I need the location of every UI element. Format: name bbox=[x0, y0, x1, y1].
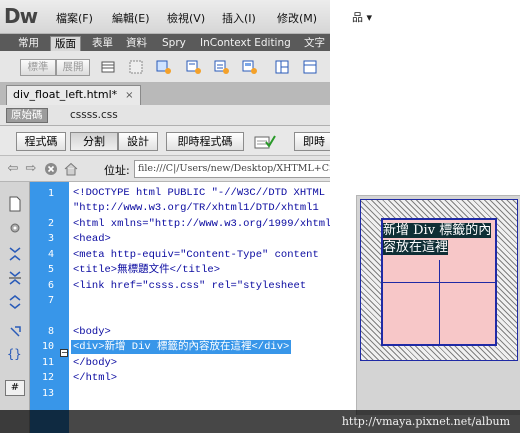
line-number: 10 bbox=[41, 341, 54, 352]
frames-icon[interactable] bbox=[274, 59, 290, 75]
home-icon[interactable] bbox=[64, 162, 78, 176]
table-icon[interactable] bbox=[100, 59, 116, 75]
code-line: <meta http-equiv="Content-Type" content bbox=[73, 249, 319, 261]
code-view-button[interactable]: 程式碼 bbox=[16, 132, 66, 151]
source-code-button[interactable]: 原始碼 bbox=[6, 108, 48, 123]
code-line: <!DOCTYPE html PUBLIC "-//W3C//DTD XHTML bbox=[73, 187, 326, 199]
watermark: http://vmaya.pixnet.net/album bbox=[0, 410, 520, 433]
insert-tab-incontext[interactable]: InContext Editing bbox=[196, 36, 295, 51]
menu-edit[interactable]: 編輯(E) bbox=[112, 10, 150, 26]
collapse-tag-icon[interactable] bbox=[7, 246, 23, 262]
related-files-bar: 原始碼 cssss.css bbox=[0, 105, 330, 126]
insert-panel-tabs: 常用 版面 表單 資料 Spry InContext Editing 文字 bbox=[0, 34, 330, 51]
document-tab-title: div_float_left.html* bbox=[13, 88, 118, 101]
dreamweaver-logo: Dw bbox=[4, 4, 38, 28]
line-number: 4 bbox=[47, 249, 54, 260]
menu-insert[interactable]: 插入(I) bbox=[222, 10, 256, 26]
fold-toggle-icon[interactable]: − bbox=[60, 349, 68, 357]
menu-layout-selector[interactable]: 品 ▾ bbox=[352, 9, 372, 25]
expand-all-icon[interactable] bbox=[7, 294, 23, 310]
check-page-icon[interactable] bbox=[254, 134, 276, 150]
select-parent-tag-icon[interactable] bbox=[7, 324, 23, 340]
design-view-button[interactable]: 設計 bbox=[118, 132, 158, 151]
line-number: 2 bbox=[47, 218, 54, 229]
address-bar: ⇦ ⇨ 位址: file:///C|/Users/new/Desktop/XHT… bbox=[0, 156, 330, 182]
show-code-navigator-icon[interactable] bbox=[7, 220, 23, 236]
selected-code-line: <div>新增 Div 標籤的內容放在這裡</div> bbox=[71, 340, 292, 354]
document-tab[interactable]: div_float_left.html* × bbox=[6, 85, 141, 105]
line-number: 1 bbox=[47, 188, 54, 199]
menu-file[interactable]: 檔案(F) bbox=[56, 10, 93, 26]
document-tabs: div_float_left.html* × bbox=[0, 83, 330, 105]
close-icon[interactable]: × bbox=[125, 90, 133, 101]
line-number: 3 bbox=[47, 233, 54, 244]
line-number: 8 bbox=[47, 326, 54, 337]
code-line: <link href="csss.css" rel="stylesheet bbox=[73, 280, 307, 292]
grid-icon[interactable] bbox=[128, 59, 144, 75]
insert-tab-layout[interactable]: 版面 bbox=[50, 36, 81, 51]
line-number: 7 bbox=[47, 295, 54, 306]
code-line: <body> bbox=[73, 326, 111, 338]
balance-braces-icon[interactable]: {} bbox=[7, 346, 23, 362]
code-line: <title>無標題文件</title> bbox=[73, 264, 221, 276]
code-editor[interactable]: <!DOCTYPE html PUBLIC "-//W3C//DTD XHTML… bbox=[69, 182, 330, 433]
live-view-button[interactable]: 即時 bbox=[294, 132, 330, 151]
line-number: 6 bbox=[47, 280, 54, 291]
code-line: <head> bbox=[73, 233, 111, 245]
panel-separator bbox=[330, 0, 348, 433]
forward-icon[interactable]: ⇨ bbox=[24, 162, 38, 176]
code-line: <html xmlns="http://www.w3.org/1999/xhtm… bbox=[73, 218, 330, 230]
dreamweaver-window: Dw 檔案(F) 編輯(E) 檢視(V) 插入(I) 修改(M) 常用 版面 表… bbox=[0, 0, 330, 433]
spry-panel-icon[interactable] bbox=[242, 59, 258, 75]
address-input[interactable]: file:///C|/Users/new/Desktop/XHTML+CSS bbox=[134, 160, 330, 178]
back-icon[interactable]: ⇦ bbox=[6, 162, 20, 176]
live-code-button[interactable]: 即時程式碼 bbox=[166, 132, 244, 151]
insert-tab-data[interactable]: 資料 bbox=[122, 36, 151, 51]
insert-tab-common[interactable]: 常用 bbox=[14, 36, 43, 51]
insert-toolbar: 標準 展開 bbox=[0, 51, 330, 83]
code-line: "http://www.w3.org/TR/xhtml1/DTD/xhtml1 bbox=[73, 202, 319, 214]
line-number: 12 bbox=[41, 372, 54, 383]
line-number-gutter: 1 2 3 4 5 6 7 8 10 11 12 13 bbox=[30, 182, 69, 433]
line-number: 5 bbox=[47, 264, 54, 275]
related-file-css[interactable]: cssss.css bbox=[70, 109, 118, 121]
expanded-mode-button[interactable]: 展開 bbox=[56, 59, 90, 76]
line-number: 13 bbox=[41, 388, 54, 399]
line-number: 11 bbox=[41, 357, 54, 368]
open-documents-icon[interactable] bbox=[7, 196, 23, 212]
menu-view[interactable]: 檢視(V) bbox=[167, 10, 205, 26]
title-menu-bar: Dw 檔案(F) 編輯(E) 檢視(V) 插入(I) 修改(M) bbox=[0, 0, 330, 34]
split-view-button[interactable]: 分割 bbox=[70, 132, 118, 151]
floated-div[interactable]: 新增 Div 標籤的內容放在這裡 bbox=[381, 218, 497, 346]
floated-div-margin: 新增 Div 標籤的內容放在這裡 bbox=[360, 199, 518, 361]
code-line: </html> bbox=[73, 372, 118, 384]
center-guide-vertical bbox=[439, 260, 440, 344]
line-numbers-icon[interactable]: # bbox=[5, 380, 25, 396]
coding-toolbar: {} # bbox=[0, 182, 30, 433]
insert-tab-forms[interactable]: 表單 bbox=[88, 36, 117, 51]
standard-mode-button[interactable]: 標準 bbox=[20, 59, 56, 76]
insert-tab-text[interactable]: 文字 bbox=[300, 36, 329, 51]
collapse-selection-icon[interactable] bbox=[7, 270, 23, 286]
insert-tab-spry[interactable]: Spry bbox=[158, 36, 190, 51]
menu-modify[interactable]: 修改(M) bbox=[277, 10, 317, 26]
div-content-text: 新增 Div 標籤的內容放在這裡 bbox=[383, 223, 492, 255]
design-canvas[interactable]: 新增 Div 標籤的內容放在這裡 bbox=[356, 195, 520, 415]
design-view-pane: 品 ▾ 新增 Div 標籤的內容放在這裡 bbox=[348, 0, 520, 433]
ap-div-icon[interactable] bbox=[186, 59, 202, 75]
iframe-icon[interactable] bbox=[302, 59, 318, 75]
insert-div-tag-icon[interactable] bbox=[156, 59, 172, 75]
stop-icon[interactable] bbox=[44, 162, 58, 176]
address-label: 位址: bbox=[104, 164, 130, 177]
spry-menu-icon[interactable] bbox=[214, 59, 230, 75]
document-toolbar: 程式碼 分割 設計 即時程式碼 即時 bbox=[0, 126, 330, 156]
code-line: </body> bbox=[73, 357, 118, 369]
